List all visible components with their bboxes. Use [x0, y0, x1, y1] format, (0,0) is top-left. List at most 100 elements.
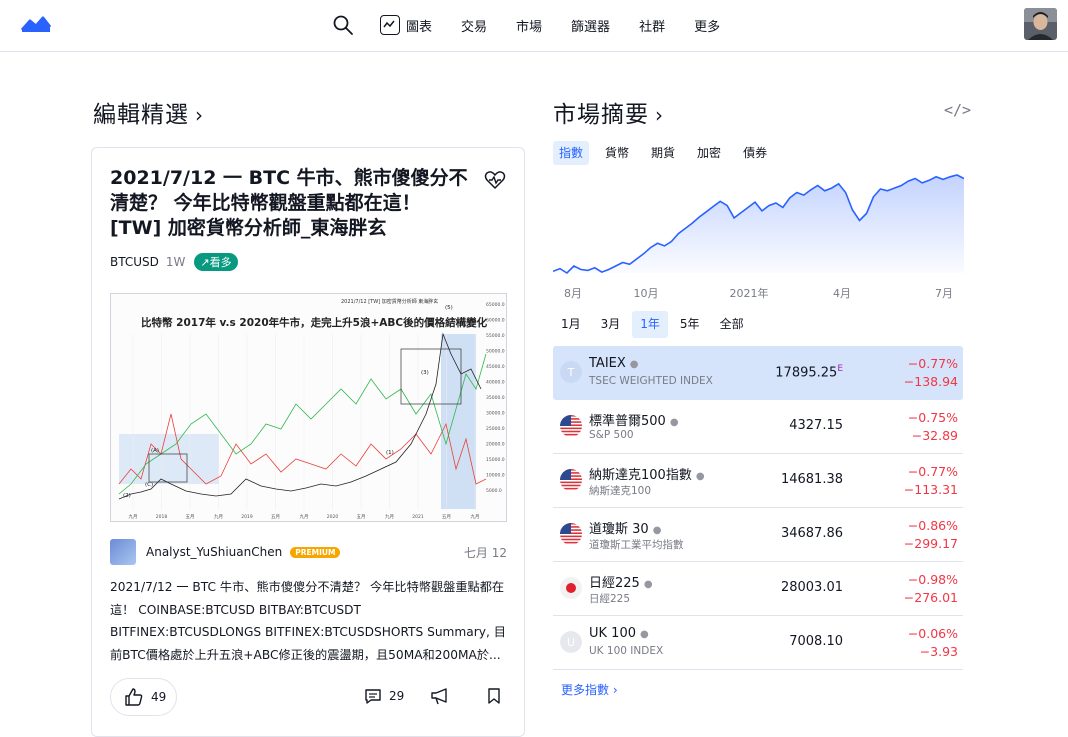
thumb-y-label: 55000.0 — [486, 333, 505, 339]
nav-markets[interactable]: 市場 — [516, 16, 542, 35]
status-dot-icon: ● — [669, 417, 679, 428]
svg-text:T: T — [567, 366, 575, 379]
idea-symbol[interactable]: BTCUSD — [110, 255, 159, 269]
like-button[interactable]: 49 — [110, 678, 177, 716]
thumb-wave-label: (3) — [421, 370, 429, 376]
search-icon[interactable] — [332, 14, 354, 36]
thumb-x-label: 九月 — [300, 513, 309, 520]
embed-code-icon[interactable]: </> — [944, 101, 971, 119]
thumb-wave-label: (B) — [449, 318, 457, 324]
thumbs-up-icon — [125, 688, 143, 706]
idea-title[interactable]: 2021/7/12 一 BTC 牛市、熊市傻傻分不清楚？ 今年比特幣觀盤重點都在… — [110, 166, 470, 241]
idea-interval: 1W — [165, 255, 186, 269]
thumb-wave-label: (1) — [386, 450, 394, 456]
thumb-y-label: 15000.0 — [486, 457, 505, 463]
index-value-text: 28003.01 — [780, 580, 843, 595]
index-name[interactable]: 標準普爾500 ● — [589, 410, 679, 429]
index-value: 7008.10 — [789, 634, 843, 649]
index-row[interactable]: 納斯達克100指數 ● 納斯達克100 14681.38 −0.77% −113.31 — [553, 454, 963, 508]
thumb-title: 比特幣 2017年 v.s 2020年牛市，走完上升5浪+ABC後的價格結構變化 — [141, 316, 488, 329]
idea-thumbnail[interactable]: 2021/7/12 [TW] 加密貨幣分析師 東海胖玄 比特幣 2017年 v.… — [110, 293, 507, 522]
range-tab[interactable]: 1年 — [632, 311, 668, 338]
thumb-wave-label: (2) — [123, 493, 131, 499]
thumb-x-label: 九月 — [471, 513, 480, 520]
market-tab[interactable]: 期貨 — [645, 141, 681, 165]
idea-actions: 49 29 — [110, 678, 508, 718]
chevron-right-icon: › — [195, 103, 204, 127]
range-tab[interactable]: 全部 — [712, 311, 752, 338]
index-name[interactable]: TAIEX ● — [589, 356, 639, 371]
long-badge: ↗看多 — [194, 253, 238, 271]
nav-trade[interactable]: 交易 — [461, 16, 487, 35]
index-name-label: UK 100 — [589, 626, 636, 641]
index-value-text: 14681.38 — [780, 472, 843, 487]
index-name[interactable]: 納斯達克100指數 ● — [589, 464, 705, 483]
comments-button[interactable]: 29 — [364, 687, 404, 705]
thumb-y-label: 5000.0 — [486, 488, 502, 494]
nav-more[interactable]: 更多 — [694, 16, 720, 35]
x-tick-label: 8月 — [564, 287, 582, 300]
index-change-value: −299.17 — [903, 536, 958, 551]
index-value-text: 4327.15 — [789, 418, 843, 433]
thumb-x-label: 五月 — [186, 514, 195, 520]
author-name[interactable]: Analyst_YuShiuanChen — [146, 545, 282, 559]
thumb-x-label: 2020 — [327, 514, 339, 520]
range-tab[interactable]: 3月 — [593, 311, 629, 338]
index-description: TSEC WEIGHTED INDEX — [589, 375, 713, 387]
market-summary-label: 市場摘要 — [553, 102, 649, 128]
market-tab[interactable]: 貨幣 — [599, 141, 635, 165]
status-dot-icon: ● — [695, 471, 705, 482]
index-row[interactable]: U UK 100 ● UK 100 INDEX 7008.10 −0.06% −3.93 — [553, 616, 963, 670]
index-row[interactable]: 日經225 ● 日經225 28003.01 −0.98% −276.01 — [553, 562, 963, 616]
idea-description[interactable]: 2021/7/12 一 BTC 牛市、熊市傻傻分不清楚？ 今年比特幣觀盤重點都在… — [110, 576, 508, 666]
status-dot-icon: ● — [640, 629, 649, 640]
bookmark-icon[interactable] — [486, 687, 502, 705]
index-name[interactable]: 道瓊斯 30 ● — [589, 518, 661, 537]
index-sparkline-chart[interactable]: 8月 10月 2021年 4月 7月 — [553, 170, 964, 300]
index-value: 28003.01 — [781, 580, 843, 595]
thumb-y-label: 25000.0 — [486, 426, 505, 432]
index-name[interactable]: 日經225 ● — [589, 572, 653, 591]
flag-icon — [560, 523, 582, 545]
range-tab[interactable]: 5年 — [672, 311, 708, 338]
tradingview-logo[interactable] — [20, 13, 52, 37]
author-avatar[interactable] — [110, 539, 136, 565]
index-row[interactable]: 道瓊斯 30 ● 道瓊斯工業平均指數 34687.86 −0.86% −299.17 — [553, 508, 963, 562]
thumb-y-label: 50000.0 — [486, 349, 505, 355]
index-description: 納斯達克100 — [589, 485, 652, 497]
market-tab[interactable]: 指數 — [553, 141, 590, 165]
comment-count: 29 — [389, 689, 405, 703]
nav-community[interactable]: 社群 — [639, 16, 665, 35]
index-name[interactable]: UK 100 ● — [589, 626, 649, 641]
index-row[interactable]: 標準普爾500 ● S&P 500 4327.15 −0.75% −32.89 — [553, 400, 963, 454]
index-row[interactable]: T TAIEX ● TSEC WEIGHTED INDEX 17895.25E −0.77… — [553, 346, 963, 400]
thumb-header: 2021/7/12 [TW] 加密貨幣分析師 東海胖玄 — [341, 298, 438, 305]
range-tab[interactable]: 1月 — [553, 311, 589, 338]
x-tick-label: 2021年 — [730, 286, 769, 300]
heart-pulse-icon[interactable] — [484, 170, 506, 190]
user-avatar[interactable] — [1024, 8, 1057, 40]
thumb-y-label: 20000.0 — [486, 442, 505, 448]
market-summary-title[interactable]: 市場摘要 › — [553, 95, 664, 129]
index-value-text: 17895.25 — [775, 365, 838, 381]
index-value: 34687.86 — [781, 526, 843, 541]
like-count: 49 — [151, 690, 167, 704]
editors-pick-title[interactable]: 編輯精選 › — [93, 95, 204, 129]
market-tab[interactable]: 加密 — [691, 141, 727, 165]
index-change-percent: −0.86% — [907, 518, 958, 533]
market-tab[interactable]: 債券 — [737, 141, 773, 165]
nav-charts[interactable]: 圖表 — [380, 15, 432, 35]
more-indices-link[interactable]: 更多指數 › — [561, 681, 618, 698]
index-value-text: 7008.10 — [789, 634, 843, 649]
premium-badge: PREMIUM — [290, 546, 341, 558]
index-change-percent: −0.98% — [907, 572, 958, 587]
index-change-percent: −0.77% — [907, 356, 958, 371]
idea-card[interactable]: 2021/7/12 一 BTC 牛市、熊市傻傻分不清楚？ 今年比特幣觀盤重點都在… — [91, 147, 525, 737]
thumb-wave-label: (C) — [145, 482, 153, 488]
index-change-value: −3.93 — [919, 644, 958, 659]
index-name-label: 日經225 — [589, 576, 640, 591]
megaphone-icon[interactable] — [430, 687, 450, 705]
thumb-x-label: 五月 — [271, 514, 280, 520]
index-name-label: 納斯達克100指數 — [589, 468, 692, 483]
nav-screeners[interactable]: 篩選器 — [571, 16, 610, 35]
